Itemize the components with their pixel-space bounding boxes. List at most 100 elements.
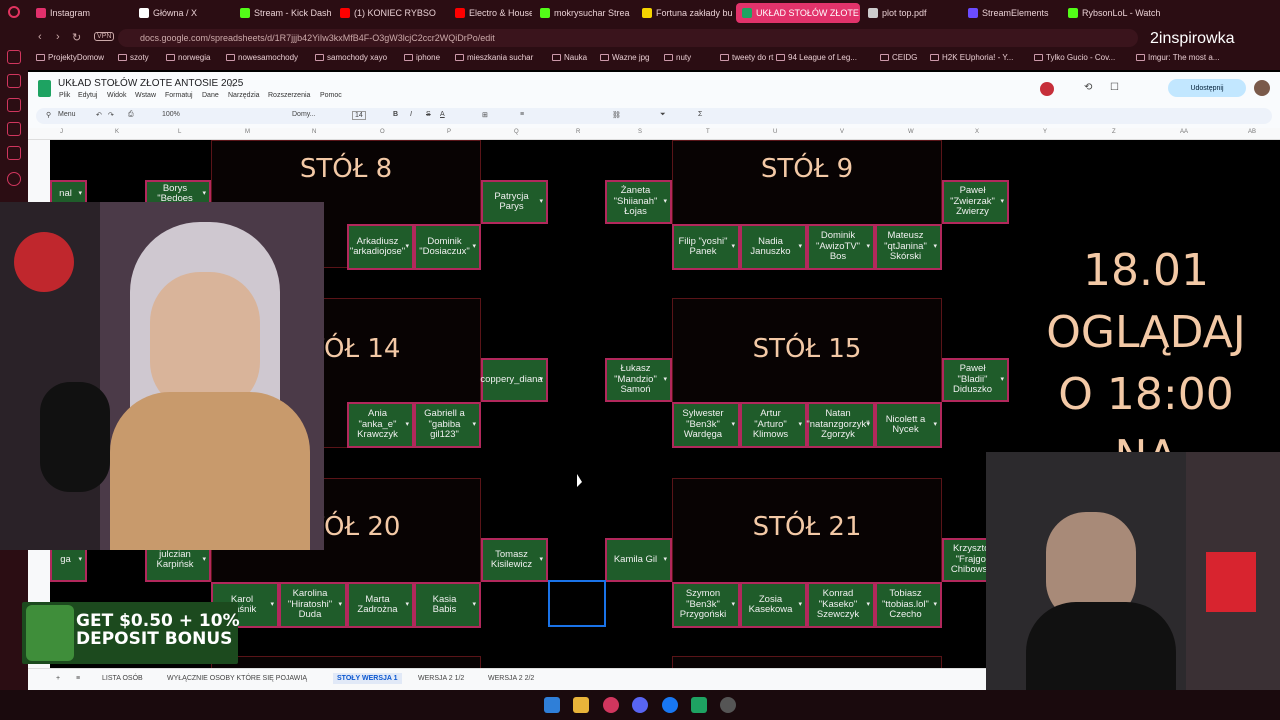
browser-tab[interactable]: Stream - Kick Dash [234, 3, 332, 23]
menu-item[interactable]: Edytuj [78, 92, 97, 99]
menu-item[interactable]: Rozszerzenia [268, 92, 310, 99]
sheet-tab[interactable]: LISTA OSÓB [102, 675, 143, 682]
seat-card[interactable]: Mateusz "qtJanina" Skórski [875, 224, 942, 270]
browser-tab[interactable]: mokrysuchar Strea [534, 3, 634, 23]
seat-card[interactable]: Filip "yoshi" Panek [672, 224, 740, 270]
column-header[interactable]: U [773, 129, 777, 135]
column-header[interactable]: J [60, 129, 63, 135]
seat-card[interactable]: Dominik "Dosiaczux" [414, 224, 481, 270]
column-header[interactable]: AA [1180, 129, 1188, 135]
undo-icon[interactable]: ↶ [96, 111, 102, 119]
menu-item[interactable]: Widok [107, 92, 126, 99]
bookmark-item[interactable]: samochody xayo [315, 53, 387, 62]
seat-card[interactable]: coppery_diana [480, 358, 548, 402]
browser-tab[interactable]: RybsonLoL - Watch [1062, 3, 1172, 23]
seat-card[interactable]: Zosia Kasekowa [740, 582, 807, 628]
font-size-field[interactable]: 14 [352, 111, 366, 120]
vpn-badge[interactable]: VPN [94, 32, 115, 41]
seat-card[interactable]: Nadia Januszko [740, 224, 807, 270]
sheet-tab[interactable]: WERSJA 2 2/2 [488, 675, 534, 682]
bookmark-item[interactable]: tweety do rt [720, 53, 773, 62]
seat-card[interactable]: Patrycja Parys [481, 180, 548, 224]
menu-item[interactable]: Plik [59, 92, 70, 99]
menu-search[interactable]: Menu [58, 111, 76, 118]
comment-icon[interactable]: ☐ [1110, 82, 1119, 93]
share-button[interactable]: Udostępnij [1168, 79, 1246, 97]
column-header[interactable]: N [312, 129, 316, 135]
print-icon[interactable]: ⎙ [128, 111, 134, 119]
seat-card[interactable]: Kasia Babis [414, 582, 481, 628]
column-header[interactable]: S [638, 129, 642, 135]
browser-tab[interactable]: Główna / X [133, 3, 232, 23]
sheet-tab[interactable]: WYŁĄCZNIE OSOBY KTÓRE SIĘ POJAWIĄ [167, 675, 307, 682]
seat-card[interactable]: Paweł "Zwierzak" Zwierzy [942, 180, 1009, 224]
menu-item[interactable]: Wstaw [135, 92, 156, 99]
browser-tab[interactable]: (1) KONIEC RYBSO [334, 3, 447, 23]
browser-logo-icon[interactable] [8, 6, 20, 18]
browser-tab[interactable]: plot top.pdf [862, 3, 960, 23]
text-color-icon[interactable]: A [440, 111, 445, 118]
column-header[interactable]: P [447, 129, 451, 135]
zoom-select[interactable]: 100% [162, 111, 180, 118]
windows-start-icon[interactable] [544, 697, 560, 713]
back-icon[interactable]: ‹ [38, 31, 42, 43]
sidebar-messenger-icon[interactable] [7, 50, 21, 64]
bookmark-item[interactable]: Nauka [552, 53, 587, 62]
seat-card[interactable]: Tobiasz "ttobias.lol" Czecho [875, 582, 942, 628]
selected-cell[interactable] [548, 580, 606, 627]
link-icon[interactable]: ⛓ [612, 111, 621, 119]
column-header[interactable]: M [245, 129, 250, 135]
column-header[interactable]: Y [1043, 129, 1047, 135]
app-taskbar-icon[interactable] [720, 697, 736, 713]
search-menu-icon[interactable]: ⚲ [46, 111, 51, 119]
redo-icon[interactable]: ↷ [108, 111, 114, 119]
bookmark-item[interactable]: nuty [664, 53, 691, 62]
font-select[interactable]: Domy... [292, 111, 316, 118]
browser-tab[interactable]: UKŁAD STOŁÓW ZŁOTE A [736, 3, 860, 23]
sheets-taskbar-icon[interactable] [691, 697, 707, 713]
seat-card[interactable]: Żaneta "Shiianah" Łojas [605, 180, 672, 224]
seat-card[interactable]: Nicolett a Nycek [875, 402, 942, 448]
opera-gx-icon[interactable] [603, 697, 619, 713]
sidebar-chat-icon[interactable] [7, 98, 21, 112]
strikethrough-icon[interactable]: S [426, 111, 431, 118]
column-header[interactable]: AB [1248, 129, 1256, 135]
column-header[interactable]: R [576, 129, 580, 135]
bookmark-item[interactable]: mieszkania suchar [455, 53, 533, 62]
collaborator-avatar[interactable] [1040, 82, 1054, 96]
seat-card[interactable]: Gabriell a "gabiba gil123" [414, 402, 481, 448]
menu-item[interactable]: Dane [202, 92, 219, 99]
sheets-logo-icon[interactable] [38, 80, 51, 97]
seat-card[interactable]: Tomasz Kisilewicz [481, 538, 548, 582]
bookmark-item[interactable]: H2K EUphoria! - Y... [930, 53, 1013, 62]
align-icon[interactable]: ≡ [520, 111, 524, 118]
sheet-tab[interactable]: STOŁY WERSJA 1 [333, 673, 402, 684]
browser-tab[interactable]: StreamElements [962, 3, 1060, 23]
seat-card[interactable]: Sylwester "Ben3k" Wardęga [672, 402, 740, 448]
bookmark-item[interactable]: szoty [118, 53, 149, 62]
bookmark-item[interactable]: 94 League of Leg... [776, 53, 857, 62]
menu-item[interactable]: Formatuj [165, 92, 193, 99]
browser-tab[interactable]: Electro & House [449, 3, 532, 23]
facebook-icon[interactable] [662, 697, 678, 713]
column-header[interactable]: Z [1112, 129, 1116, 135]
seat-card[interactable]: Dominik "AwizoTV" Bos [807, 224, 875, 270]
history-icon[interactable]: ⟲ [1084, 82, 1092, 93]
bookmark-item[interactable]: nowesamochody [226, 53, 298, 62]
column-header[interactable]: X [975, 129, 979, 135]
column-header[interactable]: K [115, 129, 119, 135]
discord-icon[interactable] [632, 697, 648, 713]
sidebar-music-icon[interactable] [7, 146, 21, 160]
column-header[interactable]: W [908, 129, 914, 135]
add-sheet-button[interactable]: + [56, 675, 60, 682]
bookmark-item[interactable]: Wazne jpg [600, 53, 650, 62]
bookmark-item[interactable]: ProjektyDomow [36, 53, 104, 62]
bookmark-item[interactable]: Imgur: The most a... [1136, 53, 1219, 62]
star-icon[interactable]: ☆ [228, 79, 236, 90]
column-header[interactable]: Q [514, 129, 519, 135]
bookmark-item[interactable]: norwegia [166, 53, 210, 62]
seat-card[interactable]: Szymon "Ben3k" Przygoński [672, 582, 740, 628]
account-avatar[interactable] [1254, 80, 1270, 96]
sheet-tab[interactable]: WERSJA 2 1/2 [418, 675, 464, 682]
sidebar-history-icon[interactable] [7, 122, 21, 136]
